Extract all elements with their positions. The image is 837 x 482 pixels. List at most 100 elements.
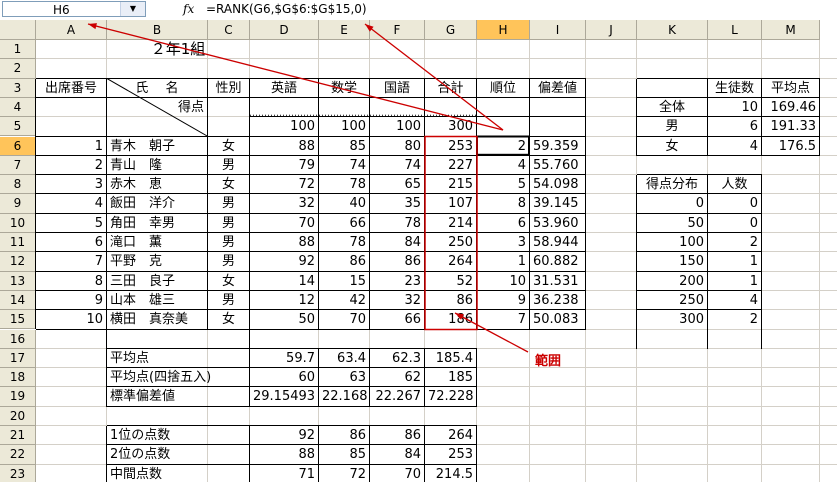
student-japanese[interactable]: 74 bbox=[373, 156, 421, 175]
distribution-count[interactable]: 0 bbox=[711, 214, 758, 233]
formula-input[interactable]: =RANK(G6,$G$6:$G$15,0) bbox=[206, 1, 367, 17]
max-score[interactable]: 100 bbox=[253, 117, 315, 136]
student-rank[interactable]: 1 bbox=[480, 252, 526, 271]
distribution-count[interactable]: 0 bbox=[711, 194, 758, 213]
distribution-score[interactable]: 150 bbox=[640, 252, 704, 271]
distribution-score[interactable]: 200 bbox=[640, 272, 704, 291]
student-name[interactable]: 平野 克 bbox=[110, 252, 204, 271]
row-header-17[interactable]: 17 bbox=[0, 348, 36, 369]
column-header-E[interactable]: E bbox=[319, 20, 370, 40]
row-header-13[interactable]: 13 bbox=[0, 271, 36, 291]
student-rank[interactable]: 6 bbox=[480, 214, 526, 233]
summary-header-avg[interactable]: 平均点 bbox=[765, 79, 816, 98]
row-header-15[interactable]: 15 bbox=[0, 310, 36, 330]
stat-english[interactable]: 59.7 bbox=[253, 349, 315, 368]
student-rank[interactable]: 3 bbox=[480, 233, 526, 252]
student-name[interactable]: 山本 雄三 bbox=[110, 291, 204, 310]
student-name[interactable]: 飯田 洋介 bbox=[110, 194, 204, 213]
rank-label[interactable]: 1位の点数 bbox=[110, 426, 246, 445]
student-total[interactable]: 107 bbox=[428, 194, 473, 213]
summary-label[interactable]: 全体 bbox=[640, 98, 704, 117]
student-japanese[interactable]: 23 bbox=[373, 272, 421, 291]
student-japanese[interactable]: 66 bbox=[373, 310, 421, 329]
student-total[interactable]: 86 bbox=[428, 291, 473, 310]
rank-label[interactable]: 2位の点数 bbox=[110, 445, 246, 464]
student-no[interactable]: 9 bbox=[39, 291, 103, 310]
distribution-header-count[interactable]: 人数 bbox=[711, 175, 758, 194]
student-deviation[interactable]: 31.531 bbox=[533, 272, 582, 291]
stat-total[interactable]: 185.4 bbox=[428, 349, 473, 368]
student-no[interactable]: 2 bbox=[39, 156, 103, 175]
student-no[interactable]: 4 bbox=[39, 194, 103, 213]
student-total[interactable]: 214 bbox=[428, 214, 473, 233]
row-header-23[interactable]: 23 bbox=[0, 464, 36, 482]
header-total[interactable]: 合計 bbox=[428, 79, 473, 98]
max-score[interactable]: 100 bbox=[373, 117, 421, 136]
student-math[interactable]: 74 bbox=[322, 156, 366, 175]
row-header-21[interactable]: 21 bbox=[0, 426, 36, 446]
student-math[interactable]: 86 bbox=[322, 252, 366, 271]
student-rank[interactable]: 9 bbox=[480, 291, 526, 310]
student-total[interactable]: 264 bbox=[428, 252, 473, 271]
row-header-22[interactable]: 22 bbox=[0, 445, 36, 465]
student-deviation[interactable]: 60.882 bbox=[533, 252, 582, 271]
summary-avg[interactable]: 176.5 bbox=[765, 137, 816, 156]
student-gender[interactable]: 女 bbox=[211, 310, 246, 329]
student-name[interactable]: 横田 真奈美 bbox=[110, 310, 204, 329]
header-japanese[interactable]: 国語 bbox=[373, 79, 421, 98]
student-japanese[interactable]: 86 bbox=[373, 252, 421, 271]
student-english[interactable]: 79 bbox=[253, 156, 315, 175]
student-deviation[interactable]: 54.098 bbox=[533, 175, 582, 194]
student-math[interactable]: 40 bbox=[322, 194, 366, 213]
student-deviation[interactable]: 58.944 bbox=[533, 233, 582, 252]
student-gender[interactable]: 女 bbox=[211, 272, 246, 291]
student-math[interactable]: 70 bbox=[322, 310, 366, 329]
student-gender[interactable]: 男 bbox=[211, 291, 246, 310]
stat-japanese[interactable]: 62.3 bbox=[373, 349, 421, 368]
stat-english[interactable]: 60 bbox=[253, 368, 315, 387]
function-icon[interactable]: fx bbox=[183, 2, 194, 16]
student-deviation[interactable]: 53.960 bbox=[533, 214, 582, 233]
rank-label[interactable]: 中間点数 bbox=[110, 465, 246, 482]
stat-english[interactable]: 29.15493 bbox=[253, 387, 315, 406]
row-header-16[interactable]: 16 bbox=[0, 329, 36, 349]
student-deviation[interactable]: 36.238 bbox=[533, 291, 582, 310]
student-total[interactable]: 227 bbox=[428, 156, 473, 175]
student-rank[interactable]: 4 bbox=[480, 156, 526, 175]
student-name[interactable]: 青木 朝子 bbox=[110, 137, 204, 156]
student-english[interactable]: 50 bbox=[253, 310, 315, 329]
stat-math[interactable]: 63.4 bbox=[322, 349, 366, 368]
row-header-7[interactable]: 7 bbox=[0, 155, 36, 176]
stat-japanese[interactable]: 62 bbox=[373, 368, 421, 387]
student-deviation[interactable]: 39.145 bbox=[533, 194, 582, 213]
student-english[interactable]: 88 bbox=[253, 137, 315, 156]
student-total[interactable]: 52 bbox=[428, 272, 473, 291]
student-gender[interactable]: 男 bbox=[211, 233, 246, 252]
select-all-corner[interactable] bbox=[0, 20, 36, 40]
row-header-14[interactable]: 14 bbox=[0, 290, 36, 311]
row-header-10[interactable]: 10 bbox=[0, 213, 36, 233]
rank-japanese[interactable]: 84 bbox=[373, 445, 421, 464]
student-deviation[interactable]: 55.760 bbox=[533, 156, 582, 175]
student-english[interactable]: 72 bbox=[253, 175, 315, 194]
sheet-title[interactable]: ２年1組 bbox=[110, 40, 246, 59]
row-header-3[interactable]: 3 bbox=[0, 78, 36, 98]
header-math[interactable]: 数学 bbox=[322, 79, 366, 98]
student-gender[interactable]: 女 bbox=[211, 137, 246, 156]
summary-count[interactable]: 6 bbox=[711, 117, 758, 136]
student-deviation[interactable]: 50.083 bbox=[533, 310, 582, 329]
row-header-4[interactable]: 4 bbox=[0, 97, 36, 118]
rank-math[interactable]: 72 bbox=[322, 465, 366, 482]
row-header-12[interactable]: 12 bbox=[0, 252, 36, 272]
header-no[interactable]: 出席番号 bbox=[39, 79, 103, 98]
distribution-score[interactable]: 300 bbox=[640, 310, 704, 329]
student-no[interactable]: 1 bbox=[39, 137, 103, 156]
student-deviation[interactable]: 59.359 bbox=[533, 137, 582, 156]
row-header-9[interactable]: 9 bbox=[0, 194, 36, 214]
distribution-score[interactable]: 50 bbox=[640, 214, 704, 233]
student-rank[interactable]: 10 bbox=[480, 272, 526, 291]
summary-avg[interactable]: 191.33 bbox=[765, 117, 817, 136]
max-score[interactable]: 100 bbox=[322, 117, 366, 136]
student-math[interactable]: 42 bbox=[322, 291, 366, 310]
stat-math[interactable]: 22.168 bbox=[322, 387, 368, 406]
